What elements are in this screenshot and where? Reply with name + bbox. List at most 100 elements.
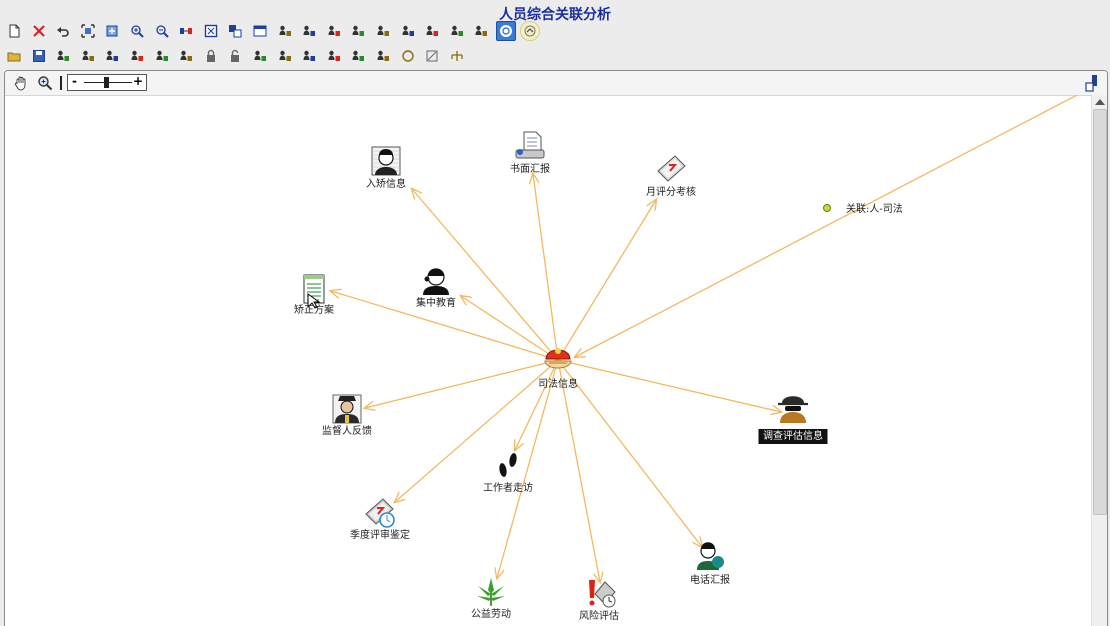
node-label: 季度评审鉴定 xyxy=(350,528,410,541)
people-button[interactable] xyxy=(275,21,295,41)
layout-button[interactable] xyxy=(225,21,245,41)
score-book-icon[interactable] xyxy=(657,155,686,182)
vertical-scrollbar[interactable] xyxy=(1091,95,1107,626)
node-label: 入矫信息 xyxy=(366,177,406,190)
node-label: 风险评估 xyxy=(579,609,619,622)
people-search-button[interactable] xyxy=(299,21,319,41)
zoom-slider[interactable]: - + xyxy=(67,74,147,91)
zoom-minus-button[interactable]: - xyxy=(72,74,77,88)
disable-icon xyxy=(426,50,438,62)
people-icon xyxy=(279,25,291,36)
footprints-icon[interactable] xyxy=(498,452,517,477)
link-node-button[interactable] xyxy=(176,21,196,41)
tree-layout-button[interactable] xyxy=(447,46,467,66)
stack-button[interactable] xyxy=(373,46,393,66)
fit-window-button[interactable] xyxy=(78,21,98,41)
arrow-left-in-button[interactable] xyxy=(176,46,196,66)
hide-link-button[interactable] xyxy=(250,46,270,66)
center-node-label: 司法信息 xyxy=(538,377,578,390)
magnifier-icon[interactable] xyxy=(37,75,53,91)
overview-icon[interactable] xyxy=(1085,74,1099,92)
arrow-right-in-icon xyxy=(156,50,168,61)
hide-link-icon xyxy=(254,50,266,61)
open-folder-button[interactable] xyxy=(4,46,24,66)
up-circle-icon xyxy=(524,25,536,37)
review-book-icon[interactable] xyxy=(365,498,395,528)
people-filter-icon xyxy=(451,25,463,36)
expand-icon xyxy=(106,25,118,37)
hand-icon[interactable] xyxy=(13,75,29,91)
lock-button[interactable] xyxy=(201,46,221,66)
new-document-button[interactable] xyxy=(4,21,24,41)
zoom-out-icon xyxy=(155,25,169,38)
person-headset-icon[interactable] xyxy=(423,268,449,296)
people-red-icon xyxy=(352,25,365,36)
link-node-icon xyxy=(180,28,193,34)
tray-up-button[interactable] xyxy=(127,46,147,66)
network-button[interactable] xyxy=(471,21,491,41)
stack-icon xyxy=(377,50,389,61)
person-photo-icon[interactable] xyxy=(371,146,401,176)
people-search-icon xyxy=(303,25,316,36)
plant-icon[interactable] xyxy=(477,578,505,606)
hand-vote-button[interactable] xyxy=(348,46,368,66)
hand-vote-icon xyxy=(352,50,365,61)
people-arrow-button[interactable] xyxy=(422,21,442,41)
window-button[interactable] xyxy=(250,21,270,41)
people-blue-icon xyxy=(377,25,389,36)
delete-button[interactable] xyxy=(29,21,49,41)
disable-button[interactable] xyxy=(422,46,442,66)
lock-icon xyxy=(206,49,215,62)
link-dot-icon[interactable] xyxy=(823,204,831,212)
tray-up-icon xyxy=(131,50,143,61)
risk-icon[interactable] xyxy=(589,580,616,608)
up-circle-button[interactable] xyxy=(520,21,541,41)
globe-button[interactable] xyxy=(495,21,516,41)
new-document-icon xyxy=(9,24,20,38)
expand-button[interactable] xyxy=(102,21,122,41)
node-label: 月评分考核 xyxy=(646,185,696,198)
people-red-button[interactable] xyxy=(348,21,368,41)
hide-link-red-button[interactable] xyxy=(275,46,295,66)
unlock-button[interactable] xyxy=(225,46,245,66)
relation-edge xyxy=(395,359,559,502)
relationship-graph: 入矫信息 书面汇报月评分考核关联:人-司法矫正方案 集中教育监督人反馈 调查评估信息工… xyxy=(294,95,1078,622)
people-filter-button[interactable] xyxy=(447,21,467,41)
detective-icon[interactable] xyxy=(778,396,808,423)
people-blue-button[interactable] xyxy=(373,21,393,41)
secondary-toolbar xyxy=(4,45,471,67)
document-icon[interactable] xyxy=(515,131,545,159)
relation-edge xyxy=(365,359,559,408)
circle-layout-button[interactable] xyxy=(398,46,418,66)
node-label: 调查评估信息 xyxy=(763,429,823,442)
scroll-thumb[interactable] xyxy=(1093,109,1107,515)
zoom-in-icon xyxy=(131,25,144,38)
import-icon xyxy=(82,50,94,61)
filter-link-button[interactable] xyxy=(299,46,319,66)
save-button[interactable] xyxy=(29,46,49,66)
scroll-up-arrow[interactable] xyxy=(1095,99,1105,105)
people-green-button[interactable] xyxy=(398,21,418,41)
delete-icon xyxy=(32,25,45,37)
zoom-out-button[interactable] xyxy=(152,21,172,41)
notepad-icon[interactable] xyxy=(303,274,325,309)
undo-button[interactable] xyxy=(53,21,73,41)
frame-icon xyxy=(204,24,217,38)
people-arrow-icon xyxy=(426,25,439,36)
court-emblem-icon[interactable] xyxy=(544,348,572,369)
relation-edge xyxy=(575,95,1078,357)
export-button[interactable] xyxy=(53,46,73,66)
tray-down-button[interactable] xyxy=(102,46,122,66)
people-green-icon xyxy=(402,25,414,36)
zoom-plus-button[interactable]: + xyxy=(133,74,143,88)
frame-button[interactable] xyxy=(201,21,221,41)
hide-link-red-icon xyxy=(279,50,291,61)
arrow-right-in-button[interactable] xyxy=(152,46,172,66)
zoom-in-button[interactable] xyxy=(127,21,147,41)
import-button[interactable] xyxy=(78,46,98,66)
zoom-slider-thumb[interactable] xyxy=(104,77,110,88)
officer-icon[interactable] xyxy=(332,394,362,424)
node-label: 矫正方案 xyxy=(294,303,334,316)
filter-link-red-button[interactable] xyxy=(324,46,344,66)
people-link-button[interactable] xyxy=(324,21,344,41)
